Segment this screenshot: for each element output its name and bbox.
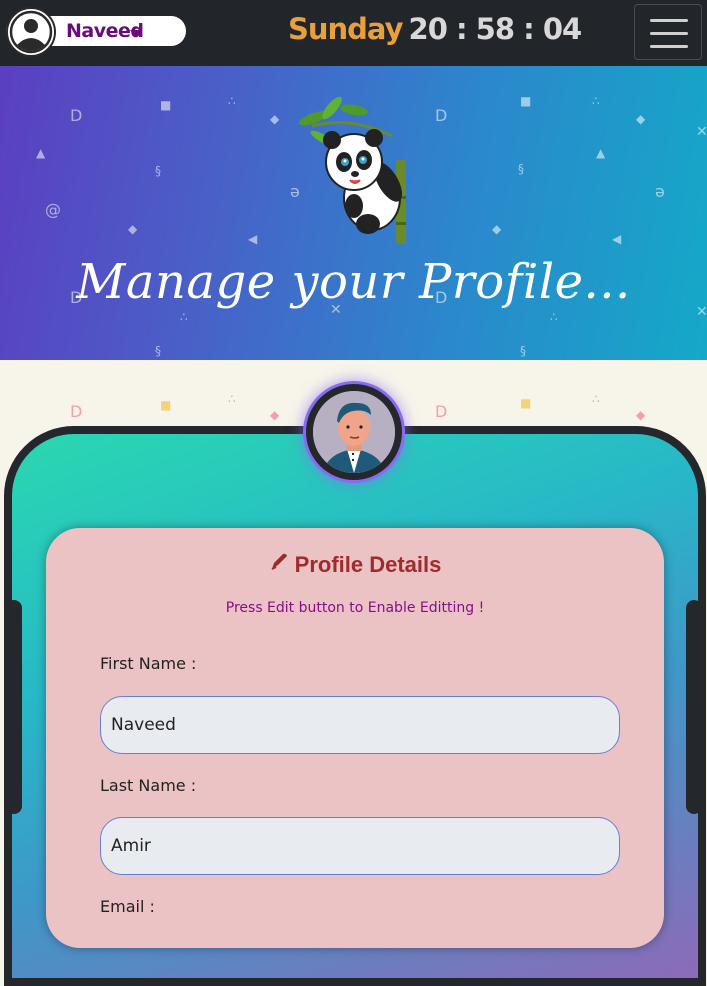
- confetti-icon: §: [518, 162, 524, 176]
- confetti-icon: ◆: [636, 408, 646, 422]
- email-label: Email :: [100, 897, 155, 916]
- profile-details-title-text: Profile Details: [294, 552, 442, 577]
- confetti-icon: D: [435, 106, 448, 125]
- panda-illustration: [298, 96, 406, 244]
- first-name-label: First Name :: [100, 654, 197, 673]
- last-name-label: Last Name :: [100, 776, 197, 795]
- confetti-icon: ◀: [248, 232, 258, 246]
- confetti-icon: ∴: [592, 392, 600, 406]
- hamburger-menu-icon: [650, 32, 688, 35]
- confetti-icon: @: [45, 200, 61, 219]
- chevron-down-icon[interactable]: [130, 30, 142, 37]
- confetti-icon: ▲: [596, 146, 606, 160]
- pen-icon: [269, 552, 289, 578]
- confetti-icon: ■: [520, 94, 532, 108]
- confetti-icon: ∴: [228, 392, 236, 406]
- clock-time: 20 : 58 : 04: [408, 12, 583, 46]
- hamburger-menu-icon: [650, 45, 688, 48]
- confetti-icon: ◆: [492, 222, 502, 236]
- confetti-icon: ə: [655, 182, 665, 201]
- frame-side-right: [686, 600, 702, 814]
- confetti-icon: ■: [520, 396, 532, 410]
- confetti-icon: ∴: [180, 310, 188, 324]
- confetti-icon: D: [435, 402, 448, 421]
- confetti-icon: ∴: [228, 94, 236, 108]
- confetti-icon: D: [70, 106, 83, 125]
- confetti-icon: ◆: [270, 112, 280, 126]
- top-navbar: Naveed Sunday 20 : 58 : 04: [0, 0, 707, 66]
- avatar-image: [313, 391, 395, 473]
- frame-side-left: [6, 600, 22, 814]
- confetti-icon: ◆: [270, 408, 280, 422]
- hero-title: Manage your Profile...: [76, 254, 631, 310]
- confetti-icon: §: [155, 344, 161, 358]
- confetti-icon: D: [70, 402, 83, 421]
- confetti-icon: ◆: [636, 112, 646, 126]
- confetti-icon: ◀: [612, 232, 622, 246]
- confetti-icon: ∴: [550, 310, 558, 324]
- confetti-icon: ▲: [36, 146, 46, 160]
- first-name-field[interactable]: [100, 696, 620, 754]
- confetti-icon: ∴: [592, 94, 600, 108]
- confetti-icon: ■: [160, 398, 172, 412]
- menu-button[interactable]: [634, 4, 702, 60]
- profile-avatar[interactable]: [306, 384, 402, 480]
- confetti-icon: ■: [160, 98, 172, 112]
- user-avatar-icon[interactable]: [6, 7, 56, 57]
- hamburger-menu-icon: [650, 19, 688, 22]
- confetti-icon: ◆: [128, 222, 138, 236]
- last-name-field[interactable]: [100, 817, 620, 875]
- confetti-icon: §: [520, 344, 526, 358]
- confetti-icon: ✕: [696, 124, 707, 140]
- confetti-icon: §: [155, 164, 161, 178]
- profile-details-card: Profile Details Press Edit button to Ena…: [46, 528, 664, 948]
- clock-day: Sunday: [288, 12, 404, 46]
- edit-hint: Press Edit button to Enable Editting !: [225, 600, 485, 616]
- clock: Sunday 20 : 58 : 04: [288, 12, 583, 46]
- hero-banner: D ■ ∴ ◆ ▲ § @ ◆ ◀ D ∴ § ✕ ■ ∴ ◆ D ▲ § ə …: [0, 66, 707, 360]
- profile-details-title: Profile Details: [46, 552, 664, 578]
